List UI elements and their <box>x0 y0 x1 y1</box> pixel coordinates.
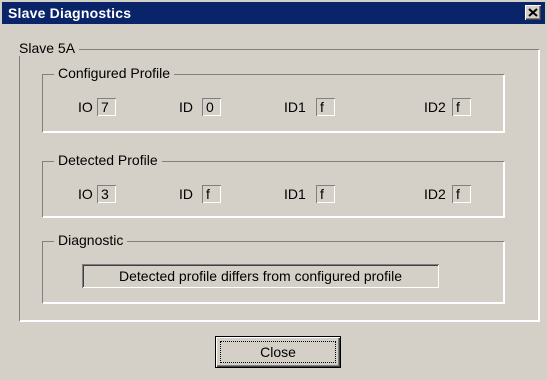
detected-profile-group: Detected Profile IO 3 ID f ID1 f ID2 f <box>42 152 504 217</box>
window-title: Slave Diagnostics <box>8 5 132 21</box>
configured-id-value: 0 <box>202 98 221 116</box>
detected-id-value: f <box>202 185 221 203</box>
configured-id-label: ID <box>179 99 193 115</box>
slave-group-label: Slave 5A <box>15 40 80 56</box>
configured-id1-label: ID1 <box>284 99 306 115</box>
configured-id2-label: ID2 <box>424 99 446 115</box>
detected-profile-label: Detected Profile <box>54 152 162 168</box>
configured-profile-label: Configured Profile <box>54 65 175 81</box>
detected-io-label: IO <box>78 186 93 202</box>
detected-io-value: 3 <box>97 185 116 203</box>
diagnostic-message: Detected profile differs from configured… <box>82 264 439 288</box>
title-bar[interactable]: Slave Diagnostics <box>2 2 545 24</box>
detected-id2-value: f <box>452 185 471 203</box>
slave-group: Slave 5A Configured Profile IO 7 ID 0 ID… <box>15 40 539 321</box>
focus-rectangle <box>220 341 336 363</box>
detected-id-label: ID <box>179 186 193 202</box>
configured-id1-value: f <box>316 98 335 116</box>
close-icon[interactable] <box>525 5 541 20</box>
close-button[interactable]: Close <box>216 337 340 367</box>
detected-id1-value: f <box>316 185 335 203</box>
configured-io-label: IO <box>78 99 93 115</box>
diagnostic-label: Diagnostic <box>54 232 128 248</box>
configured-id2-value: f <box>452 98 471 116</box>
diagnostic-group: Diagnostic Detected profile differs from… <box>42 232 504 303</box>
detected-id2-label: ID2 <box>424 186 446 202</box>
configured-profile-group: Configured Profile IO 7 ID 0 ID1 f ID2 f <box>42 65 504 132</box>
detected-id1-label: ID1 <box>284 186 306 202</box>
configured-io-value: 7 <box>97 98 116 116</box>
slave-diagnostics-dialog: Slave Diagnostics Slave 5A Configured Pr… <box>0 0 547 380</box>
